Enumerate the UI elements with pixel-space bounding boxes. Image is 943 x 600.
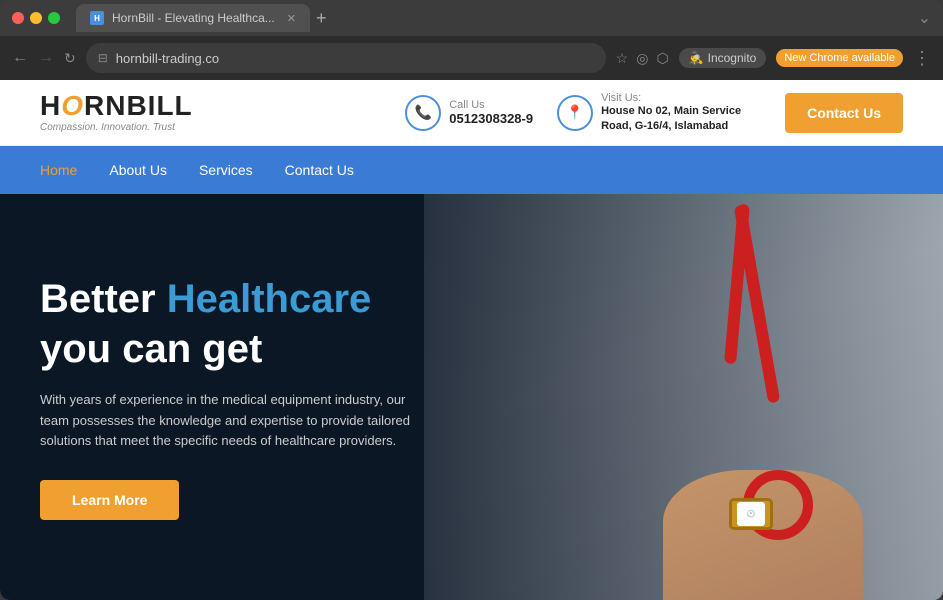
hero-section: 🕐 Better Healthcare you can get With yea… (0, 194, 943, 600)
nav-items: Home About Us Services Contact Us (40, 162, 354, 178)
traffic-lights (12, 12, 60, 24)
logo-text: HORNBILL (40, 92, 193, 120)
call-number: 0512308328-9 (449, 111, 533, 126)
forward-button[interactable]: → (38, 49, 54, 67)
tab-favicon: H (90, 11, 104, 25)
visit-details: Visit Us: House No 02, Main Service Road… (601, 92, 761, 133)
hero-content: Better Healthcare you can get With years… (0, 194, 490, 600)
title-bar: H HornBill - Elevating Healthca... ✕ + ⌄ (0, 0, 943, 36)
nav-services[interactable]: Services (199, 162, 253, 178)
hero-title-part2: you can get (40, 327, 262, 371)
location-icon: 📍 (557, 95, 593, 131)
hero-title: Better Healthcare you can get (40, 274, 450, 374)
minimize-button[interactable] (30, 12, 42, 24)
incognito-icon: 🕵 (689, 51, 704, 65)
site-nav: Home About Us Services Contact Us (0, 146, 943, 194)
chrome-update-badge[interactable]: New Chrome available (776, 49, 903, 67)
nav-contact[interactable]: Contact Us (285, 162, 354, 178)
visit-address: House No 02, Main Service Road, G-16/4, … (601, 104, 761, 133)
extensions-icon[interactable]: ⬡ (656, 50, 668, 67)
call-details: Call Us 0512308328-9 (449, 99, 533, 126)
tab-close-icon[interactable]: ✕ (287, 12, 296, 25)
contact-us-button[interactable]: Contact Us (785, 93, 903, 133)
nav-home[interactable]: Home (40, 162, 77, 178)
phone-icon: 📞 (405, 95, 441, 131)
back-button[interactable]: ← (12, 49, 28, 67)
incognito-badge: 🕵 Incognito (679, 48, 767, 68)
globe-icon[interactable]: ◎ (636, 50, 648, 67)
reload-button[interactable]: ↻ (64, 50, 76, 67)
website-content: HORNBILL Compassion. Innovation. Trust 📞… (0, 80, 943, 600)
address-bar: ← → ↻ ⊟ hornbill-trading.co ☆ ◎ ⬡ 🕵 Inco… (0, 36, 943, 80)
call-label: Call Us (449, 99, 533, 111)
browser-menu-icon[interactable]: ⋮ (913, 48, 931, 69)
nav-about[interactable]: About Us (109, 162, 167, 178)
new-tab-button[interactable]: + (316, 8, 327, 29)
hero-title-part1: Better (40, 277, 167, 321)
hero-description: With years of experience in the medical … (40, 390, 420, 452)
site-header: HORNBILL Compassion. Innovation. Trust 📞… (0, 80, 943, 146)
maximize-button[interactable] (48, 12, 60, 24)
watch-face: 🕐 (737, 502, 765, 526)
tab-title: HornBill - Elevating Healthca... (112, 11, 275, 25)
logo-tagline: Compassion. Innovation. Trust (40, 122, 193, 133)
browser-icons: ☆ ◎ ⬡ (616, 50, 669, 67)
browser-window: H HornBill - Elevating Healthca... ✕ + ⌄… (0, 0, 943, 600)
star-icon[interactable]: ☆ (616, 50, 629, 67)
url-text: hornbill-trading.co (116, 51, 219, 66)
active-tab[interactable]: H HornBill - Elevating Healthca... ✕ (76, 4, 310, 32)
call-info: 📞 Call Us 0512308328-9 (405, 95, 533, 131)
watch: 🕐 (729, 498, 773, 530)
window-menu-icon[interactable]: ⌄ (918, 8, 931, 28)
logo-area: HORNBILL Compassion. Innovation. Trust (40, 92, 193, 133)
visit-info: 📍 Visit Us: House No 02, Main Service Ro… (557, 92, 761, 133)
incognito-label: Incognito (708, 51, 757, 65)
logo-horn2: RNBILL (84, 90, 193, 121)
hero-title-highlight: Healthcare (167, 277, 372, 321)
visit-label: Visit Us: (601, 92, 761, 104)
logo-horn: H (40, 90, 61, 121)
url-bar[interactable]: ⊟ hornbill-trading.co (86, 43, 606, 73)
learn-more-button[interactable]: Learn More (40, 480, 179, 520)
contact-info: 📞 Call Us 0512308328-9 📍 Visit Us: House… (405, 92, 903, 133)
lock-icon: ⊟ (98, 51, 108, 65)
close-button[interactable] (12, 12, 24, 24)
tab-bar: H HornBill - Elevating Healthca... ✕ + (76, 4, 910, 32)
